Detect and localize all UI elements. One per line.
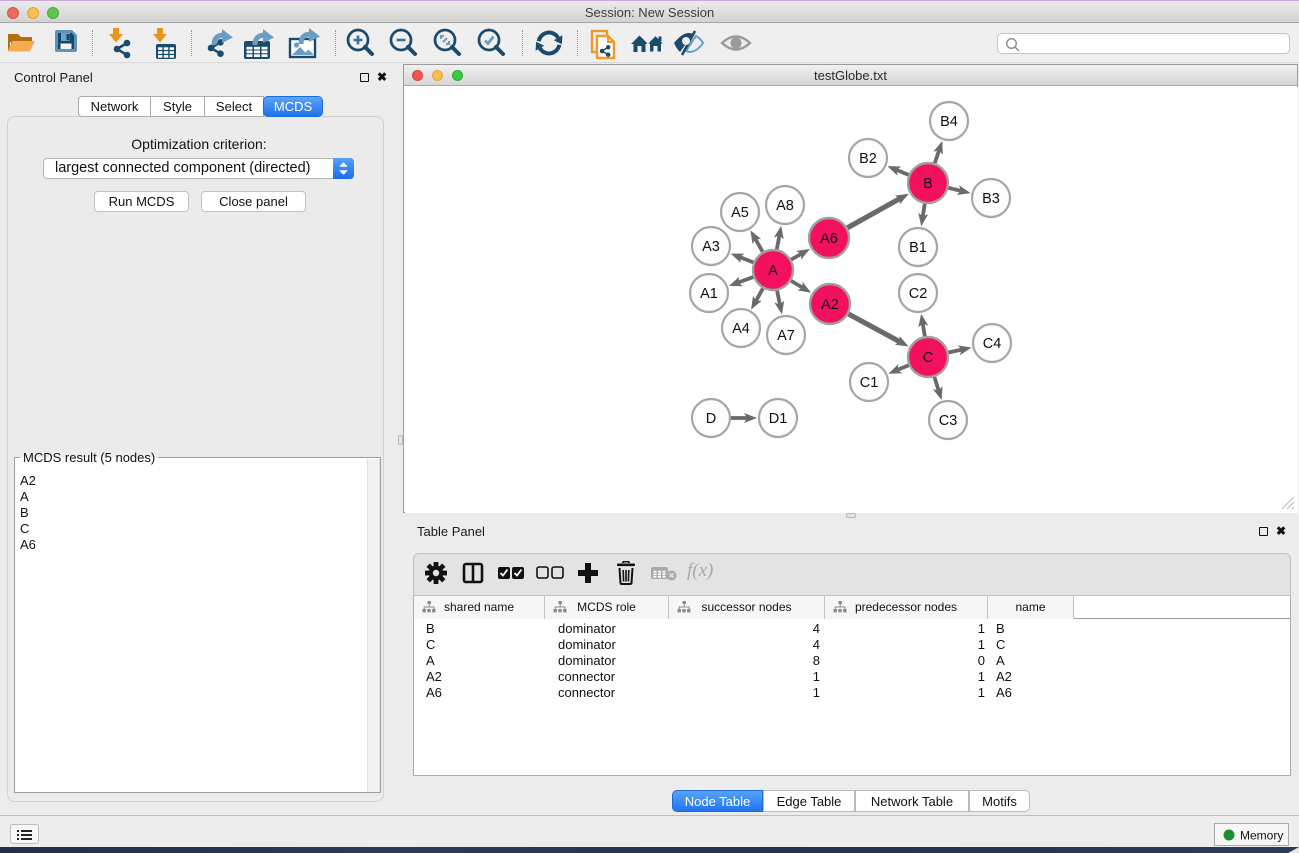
svg-text:A8: A8 — [776, 198, 794, 214]
svg-text:A2: A2 — [821, 297, 839, 313]
svg-text:A5: A5 — [731, 205, 749, 221]
svg-text:D: D — [706, 411, 716, 427]
svg-text:A7: A7 — [777, 328, 795, 344]
svg-text:A: A — [768, 263, 778, 279]
svg-text:A1: A1 — [700, 286, 718, 302]
svg-text:A4: A4 — [732, 321, 750, 337]
svg-text:Memory: Memory — [1240, 829, 1283, 843]
svg-text:B: B — [923, 176, 933, 192]
svg-text:B2: B2 — [859, 151, 877, 167]
svg-text:A3: A3 — [702, 239, 720, 255]
svg-text:B1: B1 — [909, 240, 927, 256]
svg-text:C3: C3 — [939, 413, 958, 429]
svg-text:A6: A6 — [820, 231, 838, 247]
svg-text:D1: D1 — [769, 411, 788, 427]
svg-text:C: C — [923, 350, 933, 366]
svg-text:C2: C2 — [909, 286, 928, 302]
svg-text:C1: C1 — [860, 375, 879, 391]
svg-text:C4: C4 — [983, 336, 1002, 352]
svg-text:B3: B3 — [982, 191, 1000, 207]
svg-text:B4: B4 — [940, 114, 958, 130]
